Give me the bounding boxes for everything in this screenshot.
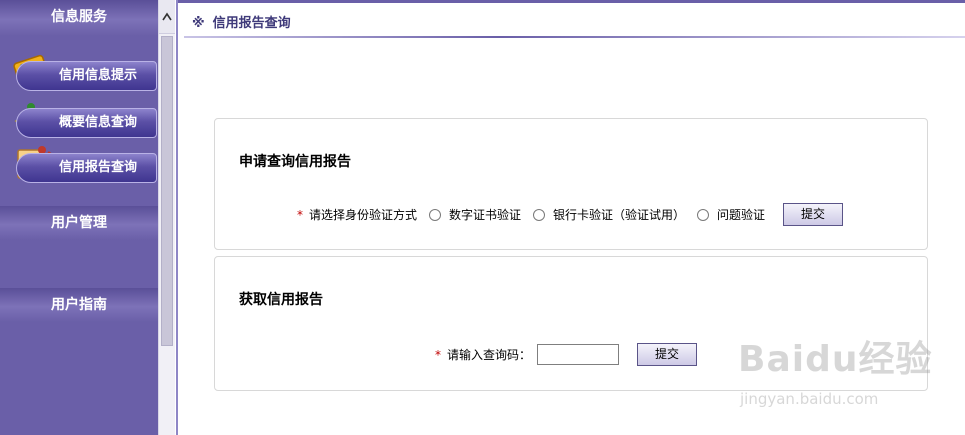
sidebar-item-credit-report-query[interactable]: 信用报告查询 [16,153,157,183]
required-mark: * [435,347,441,362]
required-mark: * [297,207,303,222]
page-title: ※ 信用报告查询 [192,12,291,31]
option-label: 数字证书验证 [449,208,522,222]
panel-title: 申请查询信用报告 [239,154,351,170]
sidebar-item-label: 信用信息提示 [59,68,138,83]
panel-title: 获取信用报告 [239,292,323,308]
query-code-label: 请输入查询码： [447,348,532,362]
header-divider [184,36,965,38]
option-label: 银行卡验证（验证试用） [553,208,686,222]
radio-digital-certificate[interactable] [429,208,442,221]
sidebar-scrollbar[interactable] [158,0,175,435]
section-info-services[interactable]: 信息服务 [0,0,158,36]
apply-report-panel: 申请查询信用报告 * 请选择身份验证方式 数字证书验证 银行卡验证（验证试用） … [214,118,928,250]
sidebar-item-label: 概要信息查询 [59,115,138,130]
get-submit-button[interactable]: 提交 [637,343,698,366]
baidu-watermark: Baidu经验 jingyan.baidu.com [738,322,958,418]
title-marker: ※ [192,16,205,31]
section-title: 信息服务 [51,9,107,25]
top-border [178,0,965,3]
sidebar-item-summary-query[interactable]: 概要信息查询 [16,108,157,138]
radio-bank-card[interactable] [533,208,546,221]
section-title: 用户管理 [51,215,107,231]
sidebar: 信息服务 信用信息提示 概要信息查询 信用报告查询 用户管理 用户指南 [0,0,158,435]
sidebar-item-credit-info-tips[interactable]: 信用信息提示 [16,61,157,91]
section-user-management[interactable]: 用户管理 [0,206,158,240]
query-code-input[interactable] [537,344,620,365]
sidebar-item-label: 信用报告查询 [59,160,138,175]
section-user-guide[interactable]: 用户指南 [0,288,158,322]
watermark-logo-text: Baidu经验 [738,339,933,380]
verify-method-row: * 请选择身份验证方式 数字证书验证 银行卡验证（验证试用） 问题验证 提交 [297,203,844,226]
section-title: 用户指南 [51,297,107,313]
scroll-thumb[interactable] [161,36,173,346]
verify-method-label: 请选择身份验证方式 [309,208,418,222]
query-code-row: * 请输入查询码： 提交 [435,343,698,366]
chevron-up-icon [162,12,172,21]
page-title-text: 信用报告查询 [212,16,291,31]
watermark-url: jingyan.baidu.com [740,390,879,408]
scroll-up-button[interactable] [159,0,175,34]
apply-submit-button[interactable]: 提交 [783,203,844,226]
option-label: 问题验证 [717,208,766,222]
radio-question[interactable] [697,208,710,221]
